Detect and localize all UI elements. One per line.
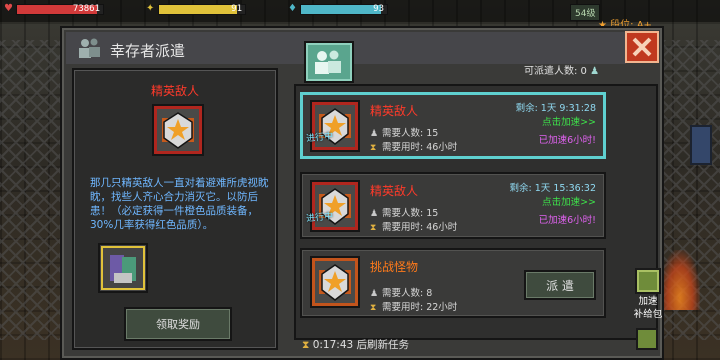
energy-bar: 91 [158,4,246,15]
water-drop-icon: ♦ [288,3,297,14]
time-text: 需要用时: 46小时 [382,142,458,153]
mission-duration: ⧗ 需要用时: 46小时 [370,139,457,153]
mission-people: ♟ 需要人数: 8 [370,285,432,299]
refresh-text: 0:17:43 后刷新任务 [312,339,410,351]
heart-icon: ♥ [4,3,13,14]
fence-left [0,40,60,340]
person-icon: ♟ [370,209,379,219]
mission-card[interactable]: 挑战怪物 ♟ 需要人数: 8 ⧗ 需要用时: 22小时 派 遣 [300,248,606,318]
dialog-title: 幸存者派遣 [110,42,186,60]
refresh-timer: ⧗ 0:17:43 后刷新任务 [302,337,409,352]
survivors-icon [79,38,100,58]
hourglass-icon: ⧗ [370,143,377,153]
supply-secondary-icon[interactable] [636,328,658,350]
people-text: 需要人数: 15 [382,208,439,219]
supply-box-icon [635,268,661,294]
speedup-link[interactable]: 点击加速>> [542,194,596,208]
energy-bar-fill [159,5,238,14]
health-value: 73861 [72,4,100,14]
elite-enemy-emblem-icon [310,180,360,232]
mission-list: 进行中 精英敌人 ♟ 需要人数: 15 ⧗ 需要用时: 46小时 剩余: 1天 9:… [294,84,658,340]
hourglass-icon: ⧗ [370,303,377,313]
speedup-supply-pack[interactable]: 加速 补给包 [628,268,668,320]
health-bar: 73861 [16,4,104,15]
available-dispatch-label: 可派遣人数: 0 [524,66,587,77]
mission-people: ♟ 需要人数: 15 [370,205,438,219]
equipment-reward-icon [98,243,148,293]
hourglass-icon: ⧗ [302,339,310,351]
mission-name: 精英敌人 [370,184,419,198]
monster-emblem-icon [310,256,360,308]
elite-enemy-emblem-icon [310,100,360,152]
boosted-text: 已加速6小时! [538,135,596,146]
remaining-time: 剩余: 1天 9:31:28 [515,103,596,114]
supply-label-line2: 补给包 [633,309,663,320]
elite-enemy-emblem-icon [152,104,204,156]
boosted-text: 已加速6小时! [538,215,596,226]
person-icon: ♟ [590,66,600,77]
mission-description: 那几只精英敌人一直对着避难所虎视眈眈，找些人齐心合力消灭它。以防后患！（必定获得… [90,177,269,231]
person-icon: ♟ [370,289,379,299]
people-text: 需要人数: 15 [382,128,439,139]
claim-reward-button[interactable]: 领取奖励 [124,307,232,341]
mission-name: 挑战怪物 [370,260,419,274]
mission-card[interactable]: 进行中 精英敌人 ♟ 需要人数: 15 ⧗ 需要用时: 46小时 剩余: 1天 15… [300,172,606,239]
close-button[interactable] [625,31,659,63]
close-x-icon [632,37,652,57]
remaining-time: 剩余: 1天 15:36:32 [509,183,596,194]
mission-detail-panel: 精英敌人 那几只精英敌人一直对着避难所虎视眈眈，找些人齐心合力消灭它。以防后患！… [72,68,278,350]
time-text: 需要用时: 46小时 [382,222,458,233]
people-text: 需要人数: 8 [382,288,433,299]
water-value: 93 [373,4,384,14]
background-window [690,125,712,165]
survivors-tab-icon [315,50,341,74]
available-dispatch-count: 可派遣人数: 0 ♟ [524,62,599,77]
energy-icon: ✦ [146,3,155,14]
supply-label-line1: 加速 [638,296,658,307]
person-icon: ♟ [370,129,379,139]
water-bar: 93 [300,4,388,15]
detail-enemy-name: 精英敌人 [150,84,199,98]
energy-value: 91 [231,4,242,14]
mission-card[interactable]: 进行中 精英敌人 ♟ 需要人数: 15 ⧗ 需要用时: 46小时 剩余: 1天 9:… [300,92,606,159]
dispatch-button[interactable]: 派 遣 [524,270,596,300]
water-bar-fill [301,5,381,14]
tab-dispatch[interactable] [304,41,354,83]
speedup-link[interactable]: 点击加速>> [542,114,596,128]
mission-duration: ⧗ 需要用时: 22小时 [370,299,457,313]
time-text: 需要用时: 22小时 [382,302,458,313]
player-level: 54级 [570,4,601,21]
mission-people: ♟ 需要人数: 15 [370,125,438,139]
mission-duration: ⧗ 需要用时: 46小时 [370,219,457,233]
hourglass-icon: ⧗ [370,223,377,233]
dispatch-dialog: 幸存者派遣 精英敌人 那几只精英敌人一直对着避难所虎视眈眈，找些人齐心合力消灭它… [60,26,664,360]
mission-name: 精英敌人 [370,104,419,118]
